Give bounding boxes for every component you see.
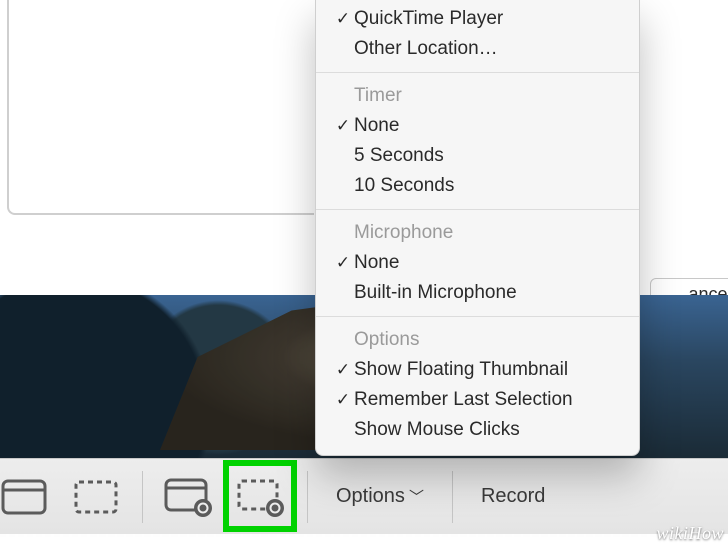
menu-separator bbox=[316, 72, 639, 73]
menu-item-mic-builtin[interactable]: Built-in Microphone bbox=[316, 278, 639, 308]
options-button[interactable]: Options ﹀ bbox=[318, 469, 442, 525]
record-window-icon bbox=[163, 475, 215, 519]
menu-item-other-location[interactable]: Other Location… bbox=[316, 34, 639, 64]
menu-item-label: Remember Last Selection bbox=[354, 389, 625, 411]
window-icon bbox=[0, 477, 48, 517]
screenshot-toolbar: Options ﹀ Record bbox=[0, 458, 728, 534]
menu-section-options: Options bbox=[316, 325, 639, 355]
record-button[interactable]: Record bbox=[463, 469, 563, 525]
record-selected-portion-button[interactable] bbox=[225, 469, 297, 525]
menu-item-label: None bbox=[354, 252, 625, 274]
menu-item-mic-none[interactable]: ✓ None bbox=[316, 248, 639, 278]
menu-item-label: QuickTime Player bbox=[354, 8, 625, 30]
wikihow-watermark: wikiHow bbox=[656, 523, 724, 544]
menu-item-remember-selection[interactable]: ✓ Remember Last Selection bbox=[316, 385, 639, 415]
options-menu: ✓ QuickTime Player Other Location… Timer… bbox=[315, 0, 640, 456]
toolbar-divider bbox=[452, 471, 453, 523]
menu-separator bbox=[316, 316, 639, 317]
record-selection-icon bbox=[235, 475, 287, 519]
checkmark-icon: ✓ bbox=[332, 360, 354, 380]
options-button-label: Options bbox=[336, 485, 405, 508]
chevron-down-icon: ﹀ bbox=[409, 486, 424, 507]
record-button-label: Record bbox=[481, 485, 545, 508]
capture-entire-screen-button[interactable] bbox=[0, 469, 60, 525]
menu-section-microphone: Microphone bbox=[316, 218, 639, 248]
menu-item-quicktime-player[interactable]: ✓ QuickTime Player bbox=[316, 4, 639, 34]
capture-selected-portion-button[interactable] bbox=[60, 469, 132, 525]
menu-item-label: Show Floating Thumbnail bbox=[354, 359, 625, 381]
menu-item-floating-thumbnail[interactable]: ✓ Show Floating Thumbnail bbox=[316, 355, 639, 385]
menu-item-label: Other Location… bbox=[354, 38, 625, 60]
checkmark-icon: ✓ bbox=[332, 253, 354, 273]
menu-item-timer-10s[interactable]: 10 Seconds bbox=[316, 171, 639, 201]
menu-item-timer-none[interactable]: ✓ None bbox=[316, 111, 639, 141]
menu-item-label: Show Mouse Clicks bbox=[354, 419, 625, 441]
menu-item-timer-5s[interactable]: 5 Seconds bbox=[316, 141, 639, 171]
menu-item-label: None bbox=[354, 115, 625, 137]
toolbar-divider bbox=[142, 471, 143, 523]
menu-item-label: Built-in Microphone bbox=[354, 282, 625, 304]
toolbar-divider bbox=[307, 471, 308, 523]
tutorial-dash-line bbox=[0, 534, 728, 537]
menu-item-show-mouse-clicks[interactable]: Show Mouse Clicks bbox=[316, 415, 639, 445]
menu-item-label: 5 Seconds bbox=[354, 145, 625, 167]
selection-icon bbox=[72, 477, 120, 517]
checkmark-icon: ✓ bbox=[332, 390, 354, 410]
menu-section-timer: Timer bbox=[316, 81, 639, 111]
checkmark-icon: ✓ bbox=[332, 9, 354, 29]
menu-separator bbox=[316, 209, 639, 210]
record-entire-screen-button[interactable] bbox=[153, 469, 225, 525]
checkmark-icon: ✓ bbox=[332, 116, 354, 136]
menu-item-label: 10 Seconds bbox=[354, 175, 625, 197]
dialog-frame-outline bbox=[7, 0, 314, 215]
